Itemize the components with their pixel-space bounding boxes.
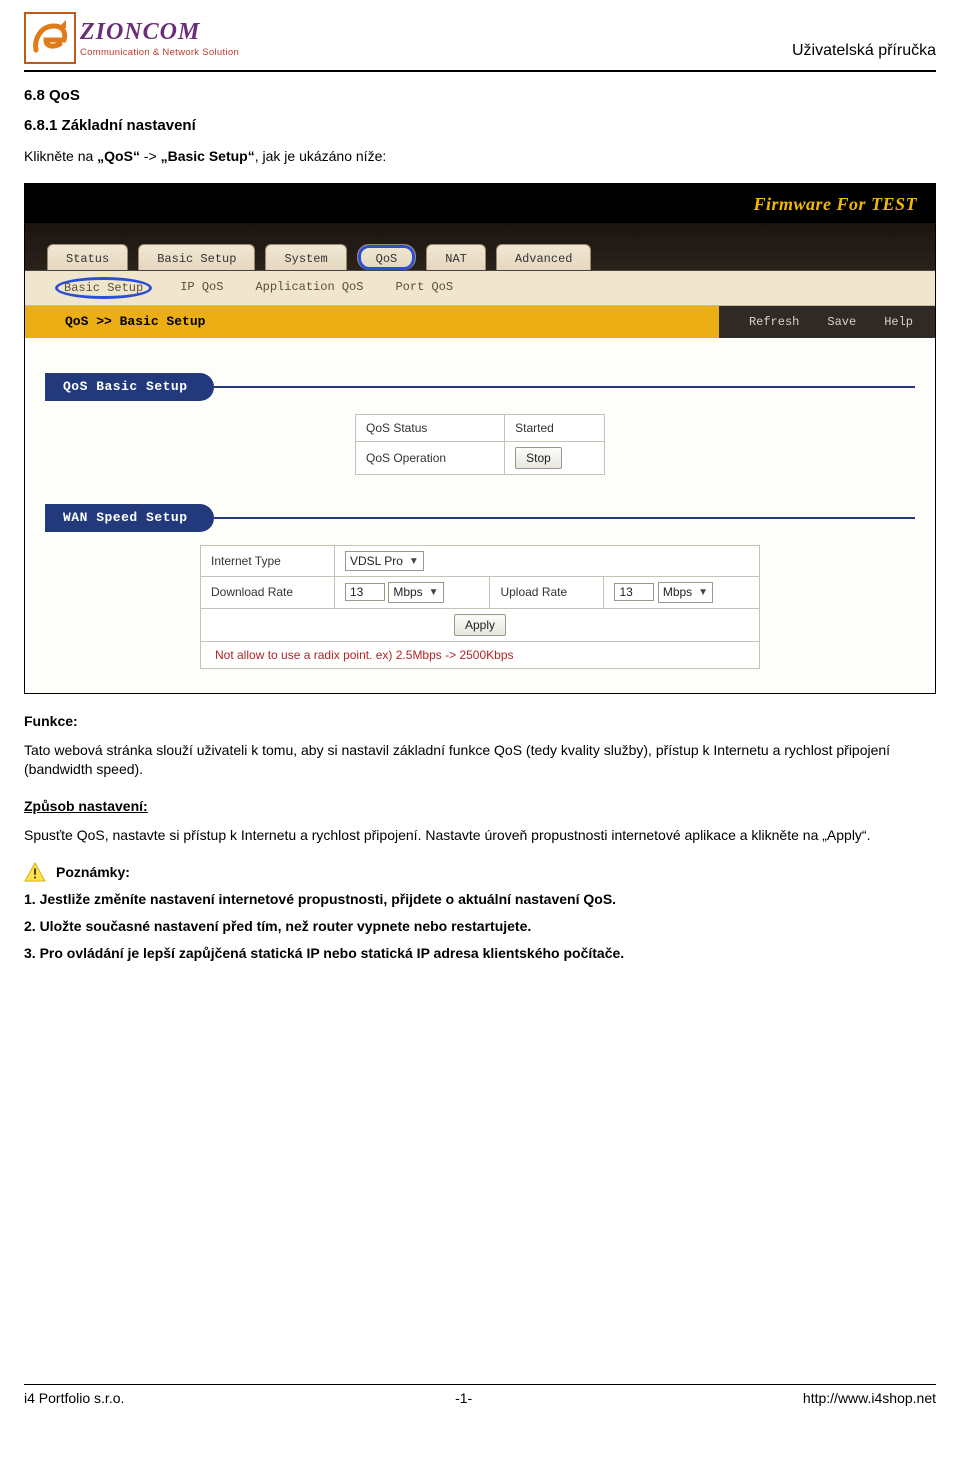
- upload-rate-label: Upload Rate: [490, 577, 604, 608]
- panel-title-wan-speed: WAN Speed Setup: [45, 504, 214, 532]
- subnav-application-qos[interactable]: Application QoS: [251, 277, 367, 299]
- internet-type-label: Internet Type: [201, 546, 335, 577]
- main-tab-row: Status Basic Setup System QoS NAT Advanc…: [25, 223, 935, 271]
- breadcrumb-bar: QoS >> Basic Setup Refresh Save Help: [25, 306, 935, 338]
- subnav-port-qos[interactable]: Port QoS: [391, 277, 457, 299]
- tab-nat[interactable]: NAT: [426, 244, 486, 270]
- tab-qos[interactable]: QoS: [357, 244, 417, 270]
- logo-text-main: ZIONCOM: [80, 16, 239, 48]
- note-2: 2. Uložte současné nastavení před tím, n…: [24, 917, 936, 936]
- qos-status-label: QoS Status: [356, 414, 505, 441]
- help-link[interactable]: Help: [884, 314, 913, 330]
- funkce-text: Tato webová stránka slouží uživateli k t…: [24, 741, 936, 779]
- note-1: 1. Jestliže změníte nastavení internetov…: [24, 890, 936, 909]
- header-divider: [24, 70, 936, 72]
- panel-divider: [214, 386, 915, 388]
- footer-right: http://www.i4shop.net: [803, 1389, 936, 1408]
- wan-note: Not allow to use a radix point. ex) 2.5M…: [201, 641, 760, 668]
- tab-advanced[interactable]: Advanced: [496, 244, 592, 270]
- note-3: 3. Pro ovládání je lepší zapůjčená stati…: [24, 944, 936, 963]
- logo-icon: [24, 12, 76, 64]
- warning-icon: [24, 862, 46, 882]
- footer-left: i4 Portfolio s.r.o.: [24, 1389, 124, 1408]
- breadcrumb: QoS >> Basic Setup: [25, 313, 205, 331]
- save-link[interactable]: Save: [827, 314, 856, 330]
- panel-divider-2: [214, 517, 915, 519]
- tab-system[interactable]: System: [265, 244, 346, 270]
- section-heading-1: 6.8 QoS: [24, 86, 936, 106]
- internet-type-select[interactable]: VDSL Pro ▼: [345, 551, 424, 571]
- upload-unit-value: Mbps: [663, 584, 692, 600]
- router-screenshot: Firmware For TEST Status Basic Setup Sys…: [24, 183, 936, 694]
- sub-nav-row: Basic Setup IP QoS Application QoS Port …: [25, 271, 935, 306]
- refresh-link[interactable]: Refresh: [749, 314, 799, 330]
- intro-mid: ->: [140, 148, 161, 164]
- funkce-heading: Funkce:: [24, 712, 936, 731]
- logo-text-sub: Communication & Network Solution: [80, 47, 239, 60]
- subnav-ip-qos[interactable]: IP QoS: [176, 277, 227, 299]
- intro-suffix: , jak je ukázáno níže:: [255, 148, 387, 164]
- section-heading-2: 6.8.1 Základní nastavení: [24, 116, 936, 136]
- document-title: Uživatelská příručka: [792, 40, 936, 64]
- intro-basic: „Basic Setup“: [161, 148, 255, 164]
- tab-status[interactable]: Status: [47, 244, 128, 270]
- firmware-bar: Firmware For TEST: [25, 184, 935, 222]
- download-rate-label: Download Rate: [201, 577, 335, 608]
- upload-unit-select[interactable]: Mbps ▼: [658, 582, 713, 602]
- tab-basic-setup[interactable]: Basic Setup: [138, 244, 255, 270]
- intro-paragraph: Klikněte na „QoS“ -> „Basic Setup“, jak …: [24, 147, 936, 166]
- download-unit-value: Mbps: [393, 584, 422, 600]
- qos-status-value: Started: [505, 414, 605, 441]
- qos-status-table: QoS Status Started QoS Operation Stop: [355, 414, 605, 475]
- intro-qos: „QoS“: [97, 148, 140, 164]
- download-rate-input[interactable]: [345, 583, 385, 601]
- apply-button[interactable]: Apply: [454, 614, 506, 636]
- upload-rate-input[interactable]: [614, 583, 654, 601]
- stop-button[interactable]: Stop: [515, 447, 562, 469]
- intro-text: Klikněte na: [24, 148, 97, 164]
- internet-type-value: VDSL Pro: [350, 553, 403, 569]
- footer-divider: [24, 1384, 936, 1385]
- poznamky-heading: Poznámky:: [56, 863, 130, 882]
- logo: ZIONCOM Communication & Network Solution: [24, 12, 239, 64]
- firmware-label: Firmware For TEST: [753, 194, 917, 214]
- chevron-down-icon: ▼: [409, 555, 419, 569]
- download-unit-select[interactable]: Mbps ▼: [388, 582, 443, 602]
- zpusob-text: Spusťte QoS, nastavte si přístup k Inter…: [24, 826, 936, 845]
- qos-operation-label: QoS Operation: [356, 442, 505, 475]
- zpusob-heading: Způsob nastavení:: [24, 797, 936, 816]
- chevron-down-icon: ▼: [698, 586, 708, 600]
- subnav-basic-setup[interactable]: Basic Setup: [55, 277, 152, 299]
- chevron-down-icon: ▼: [429, 586, 439, 600]
- wan-speed-table: Internet Type VDSL Pro ▼ Download Rate M…: [200, 545, 760, 669]
- footer-center: -1-: [455, 1389, 472, 1408]
- panel-title-qos-basic: QoS Basic Setup: [45, 373, 214, 401]
